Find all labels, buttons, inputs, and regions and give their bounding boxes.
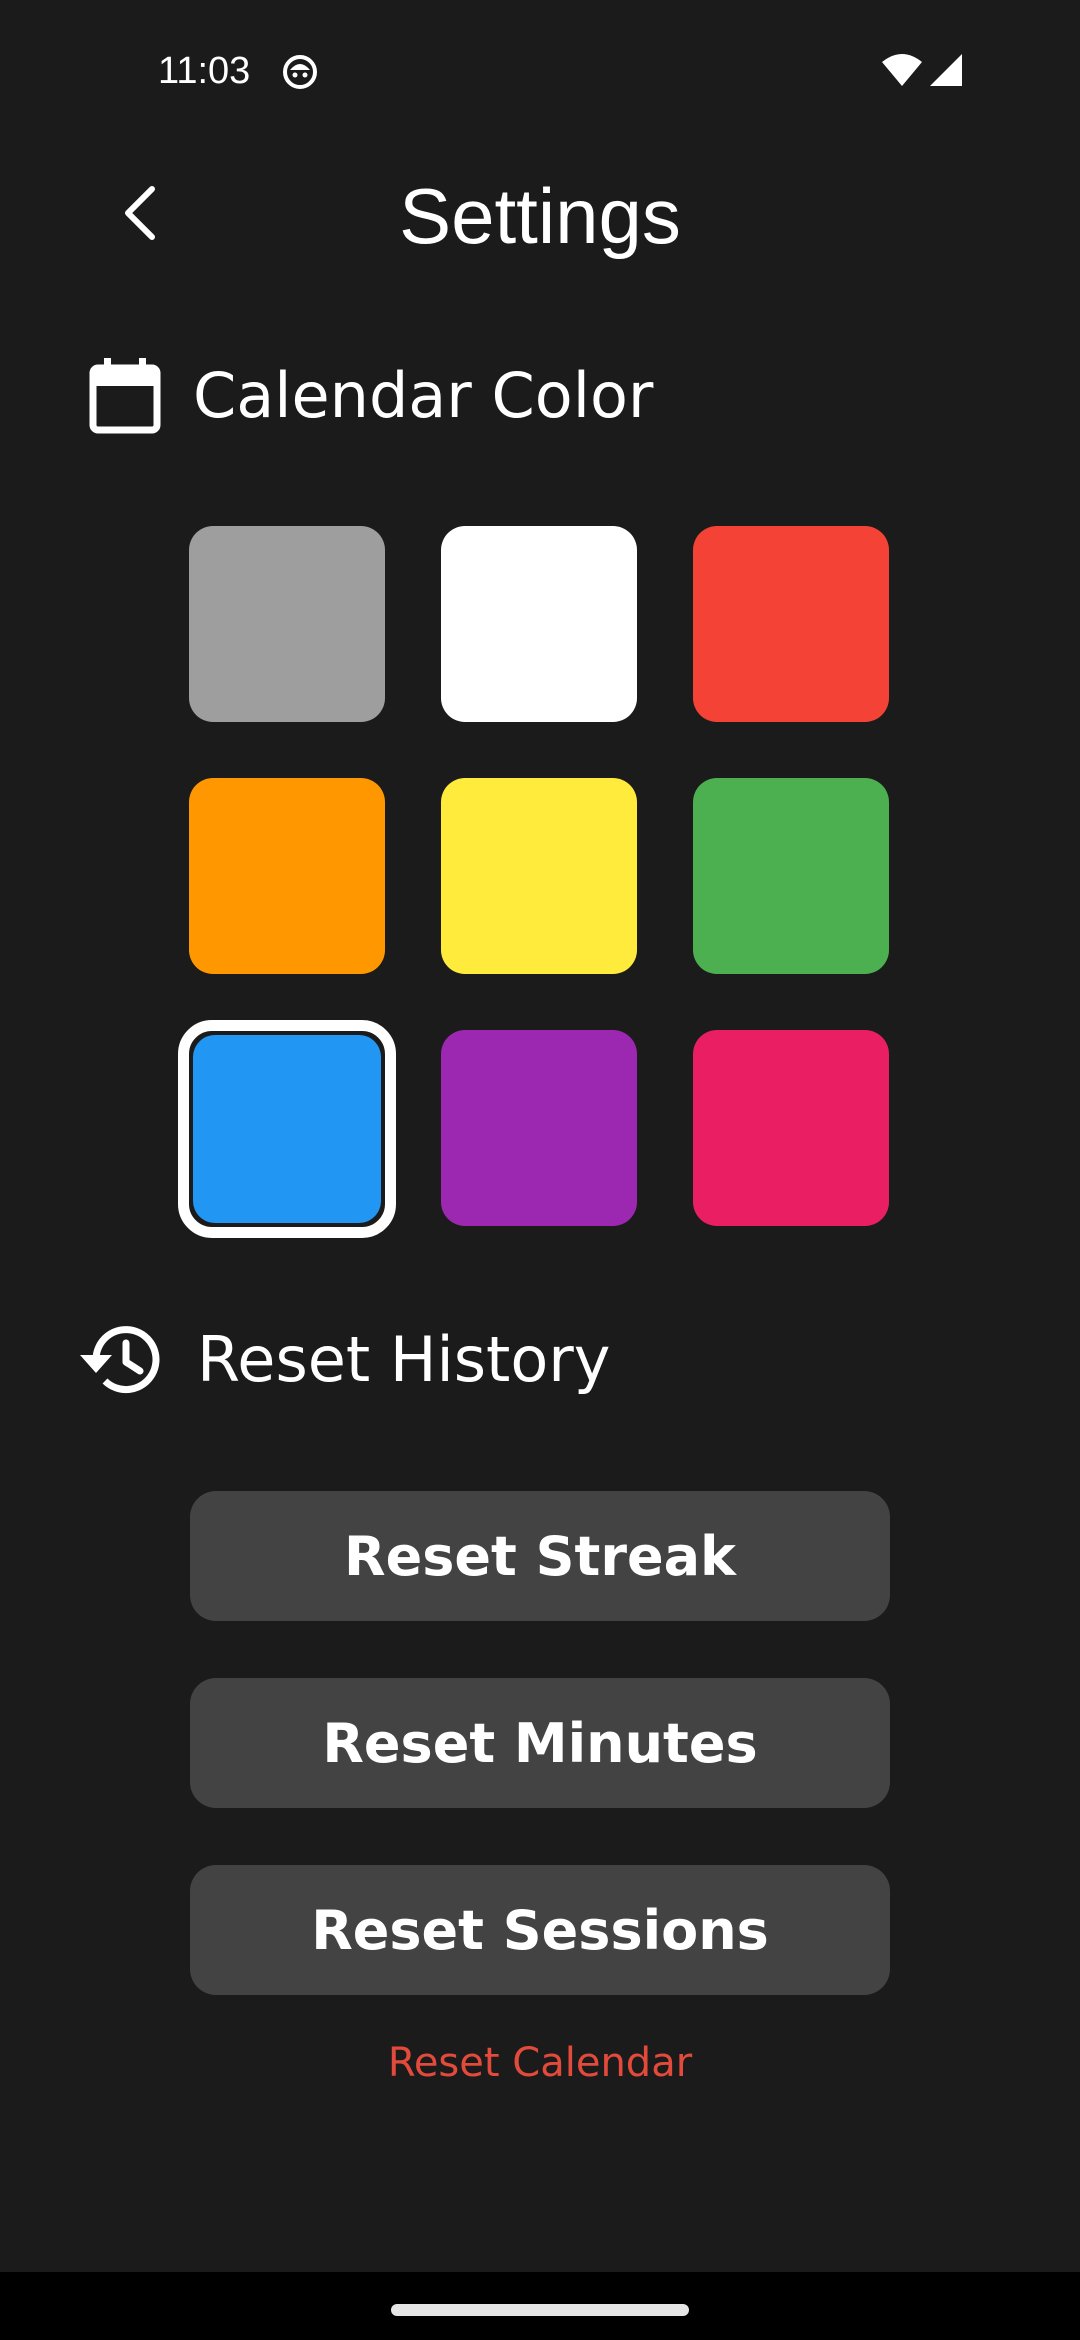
color-swatch-pink[interactable] xyxy=(693,1030,889,1226)
calendar-color-header: Calendar Color xyxy=(75,346,975,446)
reset-history-label: Reset History xyxy=(197,1323,611,1396)
signal-icon xyxy=(928,52,964,92)
color-swatch-white[interactable] xyxy=(441,526,637,722)
color-swatch-purple[interactable] xyxy=(441,1030,637,1226)
color-swatch-yellow[interactable] xyxy=(441,778,637,974)
app-header: Settings xyxy=(0,150,1080,280)
wifi-icon xyxy=(880,52,924,92)
notification-face-icon xyxy=(282,54,318,94)
navigation-bar xyxy=(0,2272,1080,2340)
status-time: 11:03 xyxy=(158,50,251,92)
page-title: Settings xyxy=(399,172,681,260)
reset-calendar-link[interactable]: Reset Calendar xyxy=(0,2035,1080,2091)
reset-minutes-button[interactable]: Reset Minutes xyxy=(190,1678,890,1808)
color-swatch-blue[interactable] xyxy=(193,1035,381,1223)
color-swatch-gray[interactable] xyxy=(189,526,385,722)
color-swatch-orange[interactable] xyxy=(189,778,385,974)
history-icon xyxy=(71,1310,171,1410)
reset-streak-button[interactable]: Reset Streak xyxy=(190,1491,890,1621)
reset-sessions-button[interactable]: Reset Sessions xyxy=(190,1865,890,1995)
calendar-color-label: Calendar Color xyxy=(193,359,654,432)
color-swatch-red[interactable] xyxy=(693,526,889,722)
status-bar: 11:03 xyxy=(0,0,1080,140)
calendar-icon xyxy=(75,346,175,446)
home-indicator[interactable] xyxy=(391,2304,689,2316)
color-swatch-green[interactable] xyxy=(693,778,889,974)
reset-history-header: Reset History xyxy=(75,1310,975,1410)
